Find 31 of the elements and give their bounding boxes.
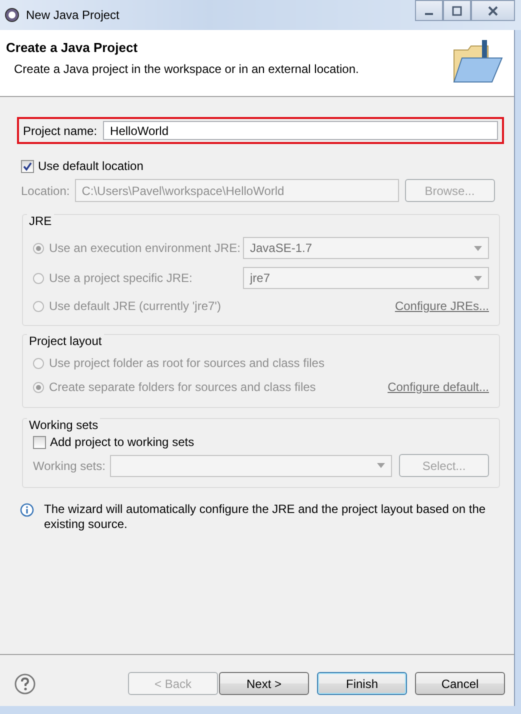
dropdown[interactable] xyxy=(110,454,392,476)
field-label: Working sets: xyxy=(33,458,106,472)
wizard-button[interactable]: Cancel xyxy=(415,672,505,695)
wizard-button[interactable]: Next > xyxy=(219,672,309,695)
page-description: Create a Java project in the workspace or in an external location. xyxy=(14,62,359,76)
caret-icon xyxy=(474,276,482,280)
window-title: New Java Project xyxy=(26,8,120,22)
minimize-icon xyxy=(425,12,433,14)
help-icon[interactable] xyxy=(14,672,36,694)
checkbox[interactable] xyxy=(21,160,34,172)
maximize-button[interactable] xyxy=(443,0,471,21)
caret-icon xyxy=(377,463,385,468)
field-label: Location: xyxy=(21,184,70,198)
group-title: Project layout xyxy=(29,334,102,348)
app-icon xyxy=(4,7,20,23)
minimize-button[interactable] xyxy=(415,0,443,21)
page-title: Create a Java Project xyxy=(6,40,138,55)
close-button[interactable] xyxy=(471,0,515,21)
checkbox-label[interactable]: Use default location xyxy=(38,159,144,173)
group-title: JRE xyxy=(29,214,52,228)
caret-icon xyxy=(474,246,482,250)
info-icon xyxy=(20,503,34,517)
info-message: The wizard will automatically configure the JRE and the project layout based on the existing source. xyxy=(44,502,487,532)
wizard-button[interactable]: Finish xyxy=(317,672,407,695)
maximize-icon xyxy=(452,6,462,16)
dropdown-value: JavaSE-1.7 xyxy=(250,241,312,255)
field-label: Project name: xyxy=(23,124,98,138)
group-title: Working sets xyxy=(29,418,98,432)
dropdown-value: jre7 xyxy=(250,271,270,285)
project-name-field[interactable]: HelloWorld xyxy=(103,121,498,140)
close-icon xyxy=(487,6,499,16)
